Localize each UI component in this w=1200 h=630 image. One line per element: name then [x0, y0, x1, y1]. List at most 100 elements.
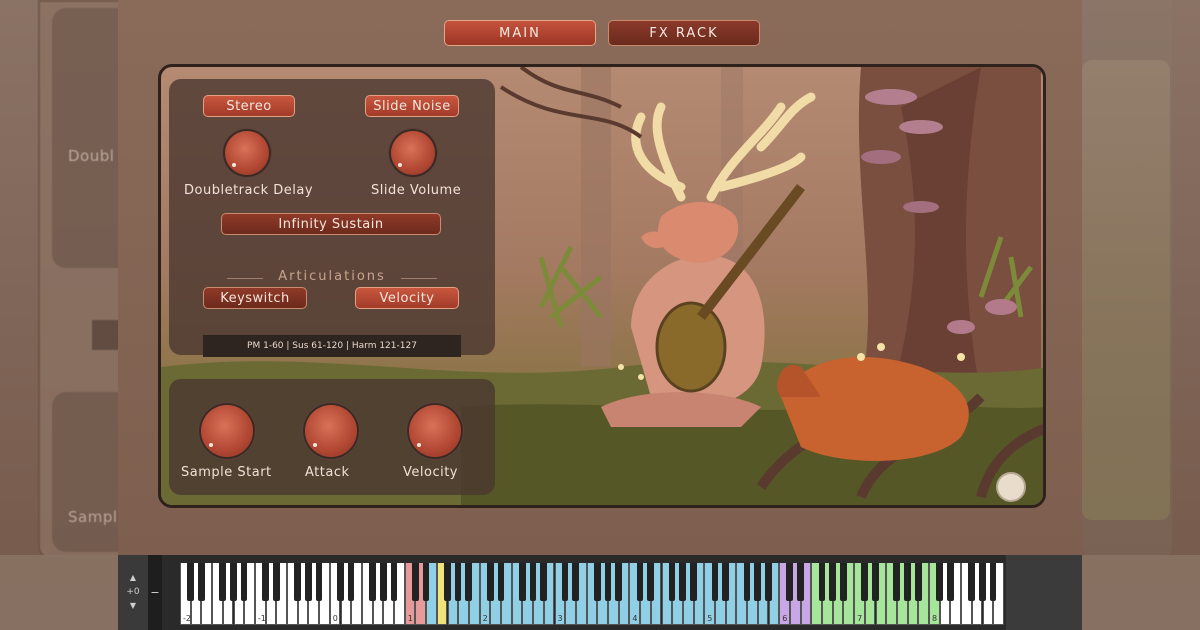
octave-label: 4: [632, 614, 638, 623]
black-key[interactable]: [893, 563, 901, 601]
knob-indicator: [398, 163, 402, 167]
black-key[interactable]: [272, 563, 280, 601]
keyboard-minus-button[interactable]: −: [148, 555, 162, 630]
octave-label: 7: [857, 614, 863, 623]
black-key[interactable]: [839, 563, 847, 601]
black-key[interactable]: [979, 563, 986, 601]
velocity-knob[interactable]: [409, 405, 461, 457]
black-key[interactable]: [454, 563, 462, 601]
control-panel-top: Stereo Slide Noise Doubletrack Delay Sli…: [169, 79, 495, 357]
black-key[interactable]: [486, 563, 494, 601]
tab-fx-rack[interactable]: FX RACK: [608, 20, 760, 46]
black-key[interactable]: [914, 563, 922, 601]
octave-label: 8: [932, 614, 938, 623]
black-key[interactable]: [593, 563, 601, 601]
velocity-articulation-button[interactable]: Velocity: [355, 287, 459, 309]
black-key[interactable]: [197, 563, 205, 601]
black-key[interactable]: [904, 563, 911, 601]
octave-label: 2: [482, 614, 488, 623]
ghost-artwork: [1082, 60, 1170, 520]
octave-label: 3: [557, 614, 563, 623]
octave-up-icon[interactable]: ▲: [118, 571, 148, 585]
black-key[interactable]: [936, 563, 943, 601]
black-key[interactable]: [540, 563, 547, 601]
octave-shift-value: +0: [126, 587, 140, 597]
black-key[interactable]: [872, 563, 879, 601]
black-key[interactable]: [497, 563, 505, 601]
articulations-heading: Articulations: [227, 269, 437, 284]
control-panel-bottom: Sample Start Attack Velocity: [169, 379, 495, 495]
attack-label: Attack: [305, 465, 350, 480]
black-key[interactable]: [829, 563, 836, 601]
black-key[interactable]: [379, 563, 387, 601]
black-key[interactable]: [754, 563, 761, 601]
octave-label: 1: [407, 614, 413, 623]
octave-label: 6: [782, 614, 788, 623]
black-key[interactable]: [615, 563, 622, 601]
black-key[interactable]: [444, 563, 451, 601]
black-key[interactable]: [465, 563, 473, 601]
octave-label: 5: [707, 614, 713, 623]
octave-down-icon[interactable]: ▼: [118, 599, 148, 613]
stereo-button[interactable]: Stereo: [203, 95, 295, 117]
ghost-label: Doubl: [68, 147, 115, 165]
black-key[interactable]: [262, 563, 269, 601]
black-key[interactable]: [604, 563, 612, 601]
black-key[interactable]: [668, 563, 676, 601]
background-panel-right: [1082, 0, 1172, 560]
black-key[interactable]: [679, 563, 687, 601]
ghost-label: Sampl: [68, 508, 118, 526]
knob-indicator: [209, 443, 213, 447]
black-key[interactable]: [711, 563, 719, 601]
infinity-sustain-button[interactable]: Infinity Sustain: [221, 213, 441, 235]
black-key[interactable]: [347, 563, 355, 601]
black-key[interactable]: [187, 563, 194, 601]
black-key[interactable]: [337, 563, 344, 601]
articulation-info-bar: PM 1-60 | Sus 61-120 | Harm 121-127: [203, 335, 461, 357]
black-key[interactable]: [636, 563, 644, 601]
black-key[interactable]: [240, 563, 248, 601]
piano-keyboard[interactable]: -2 -1 0 1 2 3 4 5 6 7 8: [180, 563, 1004, 625]
black-key[interactable]: [304, 563, 312, 601]
attack-knob[interactable]: [305, 405, 357, 457]
black-key[interactable]: [690, 563, 697, 601]
black-key[interactable]: [743, 563, 751, 601]
velocity-knob-label: Velocity: [403, 465, 458, 480]
black-key[interactable]: [572, 563, 580, 601]
black-key[interactable]: [529, 563, 537, 601]
black-key[interactable]: [968, 563, 975, 601]
black-key[interactable]: [797, 563, 804, 601]
keyboard-strip: ▲ +0 ▼ − -2 -1 0 1 2 3 4 5 6 7 8: [118, 555, 1082, 630]
black-key[interactable]: [422, 563, 430, 601]
keyboard-end-panel: [1006, 555, 1082, 630]
doubletrack-delay-label: Doubletrack Delay: [184, 183, 314, 198]
black-key[interactable]: [861, 563, 868, 601]
black-key[interactable]: [647, 563, 654, 601]
black-key[interactable]: [369, 563, 376, 601]
black-key[interactable]: [989, 563, 997, 601]
instrument-window: MAIN FX RACK Stereo Slide Noise Doubletr…: [118, 0, 1082, 555]
black-key[interactable]: [765, 563, 772, 601]
keyswitch-button[interactable]: Keyswitch: [203, 287, 307, 309]
black-key[interactable]: [518, 563, 526, 601]
black-key[interactable]: [315, 563, 323, 601]
artwork-frame: Stereo Slide Noise Doubletrack Delay Sli…: [158, 64, 1046, 508]
sample-start-knob[interactable]: [201, 405, 253, 457]
doubletrack-delay-knob[interactable]: [225, 131, 269, 175]
slide-volume-knob[interactable]: [391, 131, 435, 175]
black-key[interactable]: [722, 563, 729, 601]
octave-shift-control[interactable]: ▲ +0 ▼: [118, 555, 148, 630]
black-key[interactable]: [786, 563, 794, 601]
tab-main[interactable]: MAIN: [444, 20, 596, 46]
black-key[interactable]: [230, 563, 237, 601]
black-key[interactable]: [818, 563, 826, 601]
black-key[interactable]: [294, 563, 301, 601]
black-key[interactable]: [411, 563, 419, 601]
knob-indicator: [232, 163, 236, 167]
slide-noise-button[interactable]: Slide Noise: [365, 95, 459, 117]
black-key[interactable]: [219, 563, 226, 601]
black-key[interactable]: [561, 563, 569, 601]
black-key[interactable]: [946, 563, 954, 601]
black-key[interactable]: [390, 563, 398, 601]
knob-indicator: [313, 443, 317, 447]
